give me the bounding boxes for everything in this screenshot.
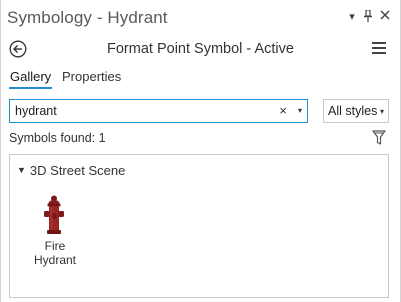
search-input-value: hydrant xyxy=(15,104,57,118)
styles-dropdown[interactable]: All styles ▾ xyxy=(323,99,389,123)
symbology-pane: Symbology - Hydrant ▾ Format Point Symbo… xyxy=(0,0,401,302)
pane-title: Symbology - Hydrant xyxy=(7,8,168,27)
dropdown-arrow-icon[interactable]: ▾ xyxy=(346,10,358,24)
search-input[interactable]: hydrant × ▾ xyxy=(9,99,308,123)
symbol-item-label: Fire Hydrant xyxy=(24,239,86,267)
tab-properties[interactable]: Properties xyxy=(62,69,121,84)
chevron-down-icon: ▼ xyxy=(17,165,26,175)
pane-header: Format Point Symbol - Active xyxy=(1,36,400,64)
symbol-gallery[interactable]: ▼ 3D Street Scene Fire Hydrant xyxy=(9,154,389,298)
active-tab-indicator xyxy=(9,87,52,89)
pane-titlebar: Symbology - Hydrant ▾ xyxy=(1,0,400,36)
header-title: Format Point Symbol - Active xyxy=(107,41,294,57)
close-icon[interactable] xyxy=(379,10,391,24)
clear-search-icon[interactable]: × xyxy=(279,103,287,118)
symbols-found-count: Symbols found: 1 xyxy=(9,131,106,145)
hamburger-menu-icon[interactable] xyxy=(372,42,386,56)
symbol-label-line1: Fire xyxy=(44,239,66,253)
fire-hydrant-icon xyxy=(44,195,64,234)
tab-gallery[interactable]: Gallery xyxy=(10,69,51,84)
back-arrow-icon xyxy=(9,40,27,58)
gallery-group-name: 3D Street Scene xyxy=(29,163,126,178)
tab-bar: Gallery Properties xyxy=(1,64,400,92)
filter-icon[interactable] xyxy=(372,130,386,146)
gallery-group-header[interactable]: ▼ 3D Street Scene xyxy=(17,163,125,178)
back-button[interactable] xyxy=(9,40,27,58)
search-history-chevron-down-icon[interactable]: ▾ xyxy=(298,106,302,115)
styles-dropdown-value: All styles xyxy=(328,104,378,118)
symbol-item-fire-hydrant[interactable]: Fire Hydrant xyxy=(30,193,80,273)
pin-icon[interactable] xyxy=(362,9,374,24)
symbol-label-line2: Hydrant xyxy=(33,253,77,267)
chevron-down-icon: ▾ xyxy=(379,107,384,116)
